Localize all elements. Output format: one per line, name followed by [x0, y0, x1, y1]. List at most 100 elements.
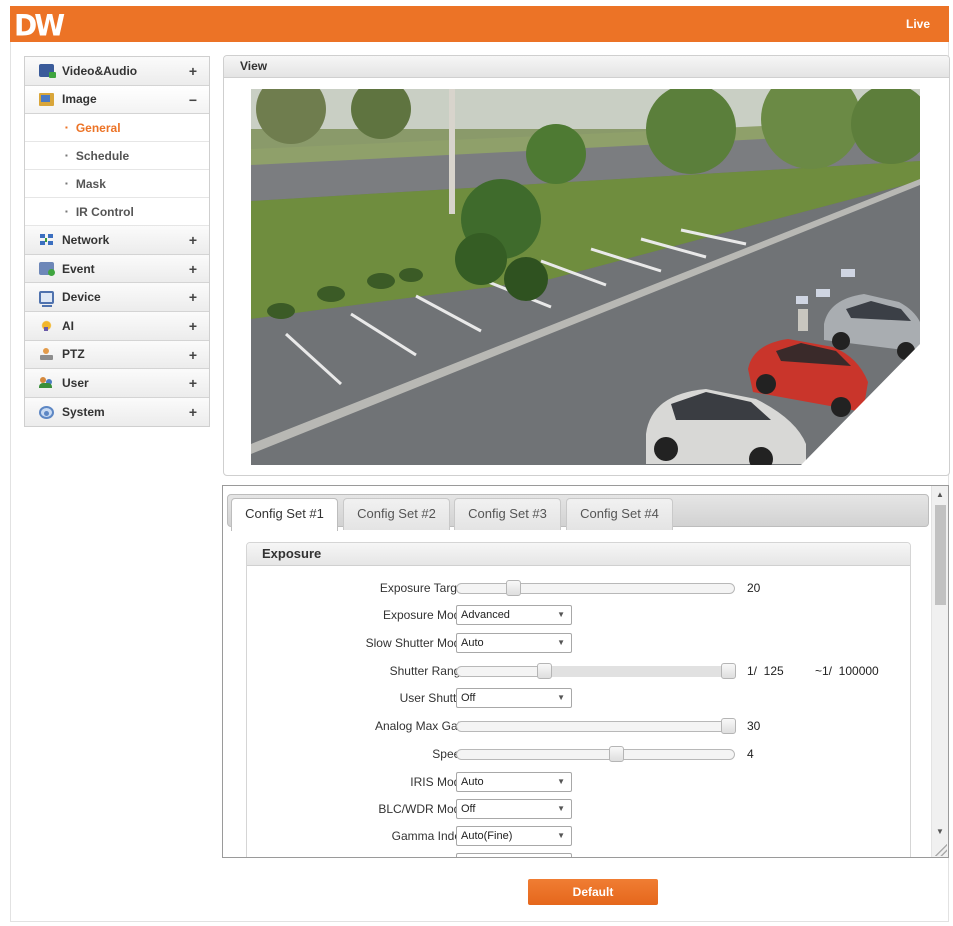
system-icon — [39, 405, 54, 419]
exposure-target-value: 20 — [747, 581, 761, 595]
default-button[interactable]: Default — [528, 879, 658, 905]
exposure-section: Exposure Exposure Target 20 Exposure Mod… — [246, 542, 911, 857]
submenu-item-label: General — [75, 120, 121, 135]
shutter-range-row: Shutter Range 1/ 125 ~1/ 100000 — [247, 661, 907, 681]
user-shutter-value: Off — [461, 692, 476, 704]
expand-icon[interactable]: + — [189, 318, 197, 334]
shutter-range-min-handle[interactable] — [537, 663, 553, 679]
collapse-icon[interactable]: − — [189, 92, 197, 108]
dropdown-arrow-icon: ▼ — [557, 831, 565, 840]
expand-icon[interactable]: + — [189, 232, 197, 248]
exposure-target-row: Exposure Target 20 — [247, 578, 907, 598]
dropdown-arrow-icon: ▼ — [557, 693, 565, 702]
sidebar-item-image[interactable]: Image − — [25, 85, 209, 115]
next-setting-row — [247, 853, 907, 857]
slow-shutter-mode-value: Auto — [461, 637, 484, 649]
gamma-index-select[interactable]: Auto(Fine) ▼ — [456, 826, 572, 846]
expand-icon[interactable]: + — [189, 404, 197, 420]
ptz-icon — [39, 347, 54, 361]
submenu-item-label: Schedule — [75, 148, 130, 163]
sidebar-item-label: Image — [62, 92, 97, 107]
iris-mode-select[interactable]: Auto ▼ — [456, 772, 572, 792]
expand-icon[interactable]: + — [189, 375, 197, 391]
live-video-view[interactable] — [251, 89, 920, 465]
config-tabbar: Config Set #1 Config Set #2 Config Set #… — [227, 494, 929, 531]
analog-max-gain-slider[interactable] — [456, 721, 735, 732]
sidebar-item-device[interactable]: Device + — [25, 283, 209, 312]
resize-grip-icon[interactable] — [935, 844, 947, 856]
sidebar-item-ai[interactable]: AI + — [25, 311, 209, 341]
slow-shutter-mode-label: Slow Shutter Mode — [365, 636, 467, 650]
sidebar-item-video-audio[interactable]: Video&Audio + — [25, 57, 209, 86]
iris-mode-value: Auto — [461, 776, 484, 788]
speed-handle[interactable] — [609, 746, 625, 762]
sidebar-item-user[interactable]: User + — [25, 369, 209, 398]
scroll-down-arrow-icon[interactable]: ▼ — [932, 823, 948, 840]
slow-shutter-mode-select[interactable]: Auto ▼ — [456, 633, 572, 653]
top-bar: DW Live — [10, 6, 949, 43]
exposure-mode-select[interactable]: Advanced ▼ — [456, 605, 572, 625]
exposure-target-label: Exposure Target — [379, 581, 467, 595]
expand-icon[interactable]: + — [189, 261, 197, 277]
dropdown-arrow-icon: ▼ — [557, 777, 565, 786]
submenu-item-ir-control[interactable]: ▪ IR Control — [25, 198, 209, 227]
tab-config-set-4[interactable]: Config Set #4 — [566, 498, 673, 530]
exposure-target-slider[interactable] — [456, 583, 735, 594]
sidebar-item-event[interactable]: Event + — [25, 254, 209, 284]
expand-icon[interactable]: + — [189, 63, 197, 79]
exposure-target-handle[interactable] — [505, 580, 521, 596]
live-link[interactable]: Live — [906, 17, 930, 31]
sidebar-item-label: PTZ — [62, 347, 85, 362]
ai-icon — [39, 319, 54, 333]
speed-row: Speed 4 — [247, 744, 907, 764]
sidebar-item-label: Event — [62, 261, 95, 276]
sidebar-item-system[interactable]: System + — [25, 397, 209, 427]
tab-config-set-3[interactable]: Config Set #3 — [454, 498, 561, 530]
next-setting-select[interactable] — [456, 853, 572, 857]
speed-slider[interactable] — [456, 749, 735, 760]
user-shutter-select[interactable]: Off ▼ — [456, 688, 572, 708]
scroll-up-arrow-icon[interactable]: ▲ — [932, 486, 948, 503]
bullet-icon: ▪ — [65, 179, 68, 189]
event-icon — [39, 262, 55, 277]
device-icon — [39, 290, 54, 307]
user-shutter-row: User Shutter Off ▼ — [247, 688, 907, 708]
sidebar-item-label: AI — [62, 318, 74, 333]
sidebar-item-label: Video&Audio — [62, 63, 138, 78]
sidebar-item-ptz[interactable]: PTZ + — [25, 340, 209, 370]
sidebar-item-network[interactable]: Network + — [25, 226, 209, 255]
expand-icon[interactable]: + — [189, 289, 197, 305]
analog-max-gain-row: Analog Max Gain 30 — [247, 716, 907, 736]
bullet-icon: ▪ — [65, 207, 68, 217]
slow-shutter-mode-row: Slow Shutter Mode Auto ▼ — [247, 633, 907, 653]
submenu-item-general[interactable]: ▪ General — [25, 114, 209, 143]
submenu-item-schedule[interactable]: ▪ Schedule — [25, 142, 209, 171]
speed-value: 4 — [747, 747, 754, 761]
sidebar-item-label: System — [62, 405, 105, 420]
analog-max-gain-handle[interactable] — [721, 718, 736, 734]
tab-config-set-1[interactable]: Config Set #1 — [231, 498, 338, 531]
analog-max-gain-value: 30 — [747, 719, 761, 733]
shutter-range-max-handle[interactable] — [721, 663, 736, 679]
gamma-index-row: Gamma Index Auto(Fine) ▼ — [247, 826, 907, 846]
submenu-item-mask[interactable]: ▪ Mask — [25, 170, 209, 199]
submenu-item-label: IR Control — [75, 204, 134, 219]
expand-icon[interactable]: + — [189, 347, 197, 363]
sidebar-item-label: User — [62, 375, 89, 390]
exposure-section-title: Exposure — [247, 543, 910, 566]
tab-config-set-2[interactable]: Config Set #2 — [343, 498, 450, 530]
submenu-item-label: Mask — [75, 176, 106, 191]
config-scrollbar[interactable]: ▲ ▼ — [931, 486, 948, 857]
blc-wdr-mode-row: BLC/WDR Mode Off ▼ — [247, 799, 907, 819]
dropdown-arrow-icon: ▼ — [557, 804, 565, 813]
bullet-icon: ▪ — [65, 123, 68, 133]
network-icon — [39, 233, 54, 246]
shutter-range-fill — [544, 666, 728, 677]
dw-logo: DW — [14, 8, 65, 43]
view-panel: View — [223, 55, 950, 476]
blc-wdr-mode-select[interactable]: Off ▼ — [456, 799, 572, 819]
view-panel-title: View — [224, 56, 949, 78]
config-panel: Config Set #1 Config Set #2 Config Set #… — [222, 485, 949, 858]
scrollbar-thumb[interactable] — [935, 505, 946, 605]
blc-wdr-mode-value: Off — [461, 803, 476, 815]
